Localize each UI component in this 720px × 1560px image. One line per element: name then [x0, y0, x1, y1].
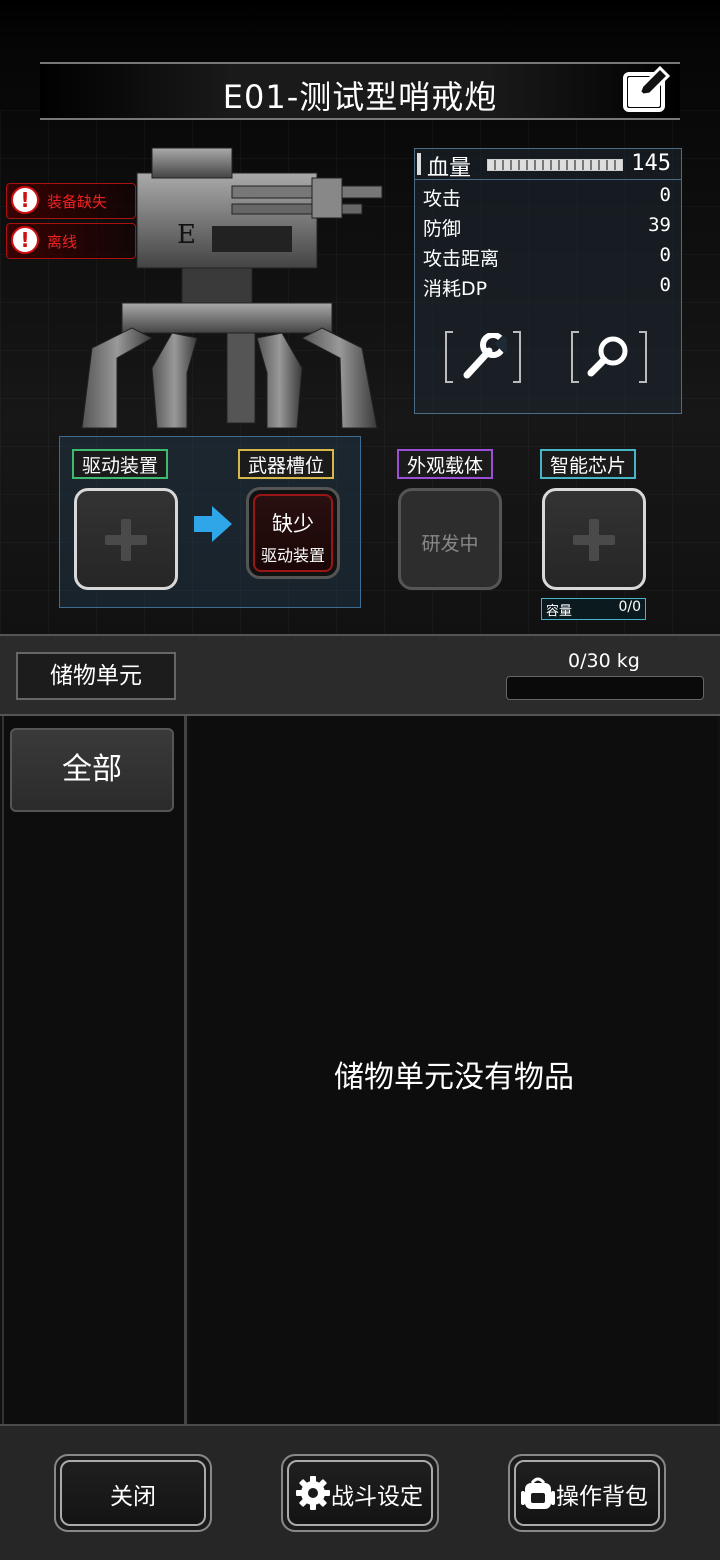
hp-row: 血量 145: [415, 149, 681, 181]
hp-value: 145: [631, 151, 671, 176]
weight-bar: [506, 676, 704, 700]
edit-icon[interactable]: [622, 65, 672, 114]
footer-bar: 关闭 战斗设定 操作背包: [0, 1424, 720, 1560]
arrow-right-icon: [194, 506, 232, 542]
stats-panel: 血量 145 攻击 0 防御 39 攻击距离 0 消耗DP 0: [414, 148, 682, 414]
empty-storage-message: 储物单元没有物品: [334, 1060, 574, 1095]
operate-bag-button[interactable]: 操作背包: [508, 1454, 666, 1532]
stat-value: 0: [659, 244, 671, 266]
storage-title: 储物单元: [16, 652, 176, 700]
chip-slot[interactable]: [542, 488, 646, 590]
wrench-button[interactable]: [445, 331, 521, 383]
stat-row-defense: 防御 39: [415, 211, 681, 241]
wrench-icon: [463, 333, 507, 379]
stat-value: 39: [648, 214, 671, 236]
gear-icon: [296, 1476, 330, 1510]
chip-capacity: 容量 0/0: [541, 598, 646, 620]
missing-requirement: 驱动装置: [260, 546, 325, 565]
equipment-panel: E01-测试型哨戒炮 ! 装备缺失 ! 离线 E 血量 145 攻击 0 防御 …: [0, 0, 720, 634]
stat-value: 0: [659, 184, 671, 206]
capacity-label: 容量: [546, 604, 573, 619]
slot-label-appearance: 外观载体: [397, 449, 494, 479]
stat-label: 攻击距离: [423, 248, 500, 270]
hp-bar: [487, 159, 623, 171]
missing-label: 缺少: [272, 512, 314, 536]
storage-weight: 0/30 kg: [568, 650, 640, 672]
backpack-icon: [521, 1477, 555, 1509]
stat-label: 消耗DP: [423, 278, 488, 300]
category-sidebar: [2, 716, 187, 1424]
stat-row-attack: 攻击 0: [415, 181, 681, 211]
alert-icon: !: [11, 226, 39, 254]
capacity-value: 0/0: [618, 599, 641, 615]
hp-label: 血量: [427, 156, 472, 181]
slot-label-drive: 驱动装置: [72, 449, 169, 479]
stat-label: 攻击: [423, 188, 462, 210]
operate-bag-label: 操作背包: [556, 1484, 648, 1510]
unit-title: E01-测试型哨戒炮: [222, 78, 498, 116]
slot-label-chip: 智能芯片: [540, 449, 637, 479]
sentry-turret-image: E: [81, 147, 383, 429]
in-development-label: 研发中: [421, 533, 479, 555]
svg-text:E: E: [177, 220, 196, 250]
close-label: 关闭: [110, 1484, 156, 1510]
inspect-button[interactable]: [571, 331, 647, 383]
stat-label: 防御: [423, 218, 462, 240]
title-bar: E01-测试型哨戒炮: [40, 62, 680, 120]
appearance-slot: 研发中: [398, 488, 502, 590]
battle-settings-button[interactable]: 战斗设定: [281, 1454, 439, 1532]
stat-row-dp-cost: 消耗DP 0: [415, 271, 681, 301]
stat-value: 0: [659, 274, 671, 296]
weapon-slot[interactable]: 缺少 驱动装置: [246, 487, 340, 579]
drive-slot[interactable]: [74, 488, 178, 590]
magnifier-icon: [587, 336, 628, 377]
close-button[interactable]: 关闭: [54, 1454, 212, 1532]
category-all-tab[interactable]: 全部: [10, 728, 174, 812]
slot-label-weapon: 武器槽位: [238, 449, 335, 479]
storage-header: 储物单元 0/30 kg: [0, 634, 720, 716]
battle-settings-label: 战斗设定: [331, 1484, 423, 1510]
stat-row-range: 攻击距离 0: [415, 241, 681, 271]
alert-icon: !: [11, 186, 39, 214]
